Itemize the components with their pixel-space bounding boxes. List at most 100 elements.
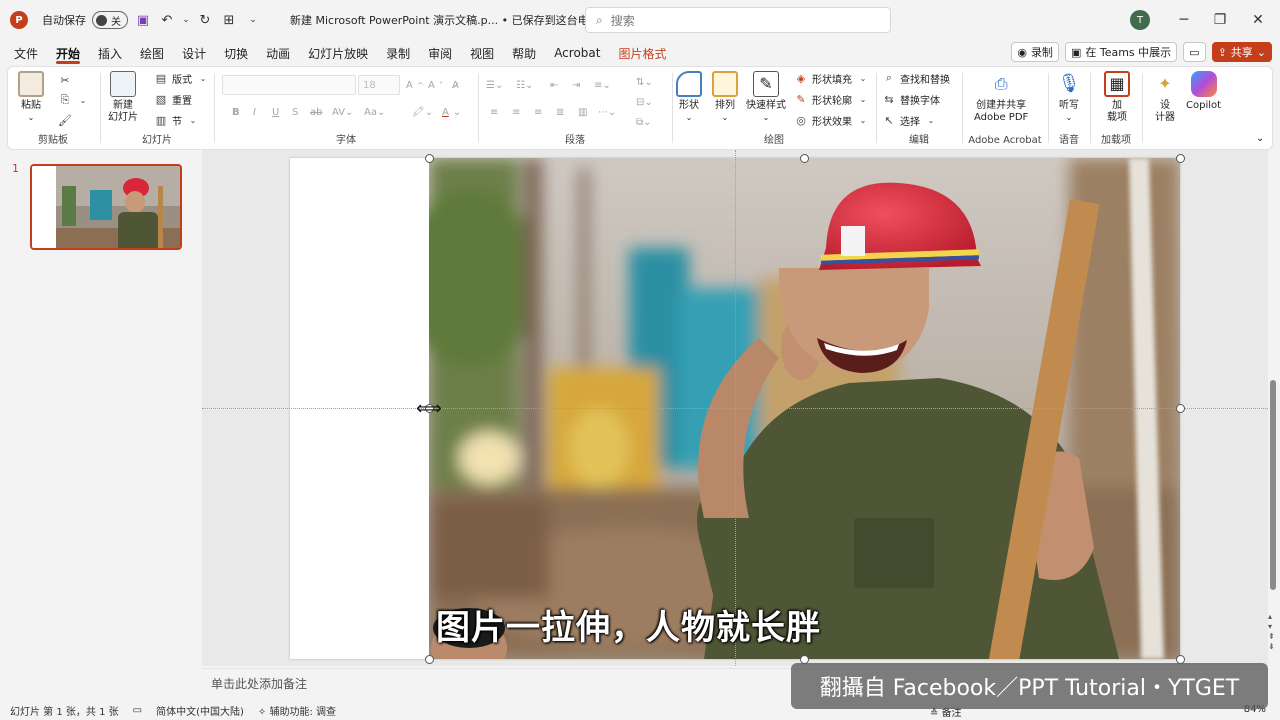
copy-icon[interactable]: ⎘ ⌄ <box>58 91 90 109</box>
record-icon: ◉ <box>1017 45 1027 59</box>
redo-icon[interactable]: ↻ <box>196 11 214 29</box>
autosave-toggle[interactable]: 关 <box>92 11 128 29</box>
tab-slideshow[interactable]: 幻灯片放映 <box>299 40 377 66</box>
decrease-indent-icon[interactable]: ⇤ <box>550 76 558 94</box>
addins-button[interactable]: ▦ 加载项 <box>1104 71 1130 124</box>
share-button[interactable]: ⇪ 共享 ⌄ <box>1211 42 1272 62</box>
text-direction-icon[interactable]: ⇅⌄ <box>636 73 653 91</box>
find-replace-button[interactable]: ⌕ 查找和替换 <box>882 69 950 87</box>
shape-fill-button[interactable]: ◈ 形状填充 ⌄ <box>794 69 870 87</box>
tab-picture-format[interactable]: 图片格式 <box>609 40 675 66</box>
smartart-icon[interactable]: ⧉⌄ <box>636 113 652 131</box>
language-indicator[interactable]: 简体中文(中国大陆) <box>156 703 244 718</box>
tab-animations[interactable]: 动画 <box>257 40 299 66</box>
replace-font-button[interactable]: ⇆ 替换字体 <box>882 90 940 108</box>
restore-icon[interactable]: ❐ <box>1206 8 1234 32</box>
clear-format-icon[interactable]: A̷ <box>452 76 459 94</box>
undo-dropdown-icon[interactable]: ⌄ <box>182 11 190 29</box>
italic-icon[interactable]: I <box>253 103 256 121</box>
section-button[interactable]: ▥ 节 ⌄ <box>154 111 200 129</box>
shape-outline-button[interactable]: ✎ 形状轮廓 ⌄ <box>794 90 870 108</box>
teams-present-button[interactable]: ▣ 在 Teams 中展示 <box>1064 42 1178 62</box>
dictate-button[interactable]: 🎙 听写 ⌄ <box>1056 71 1082 124</box>
editing-label: 编辑 <box>909 135 929 146</box>
copilot-button[interactable]: Copilot <box>1186 71 1221 112</box>
collapse-ribbon-icon[interactable]: ⌄ <box>1256 129 1264 147</box>
char-spacing-icon[interactable]: AV⌄ <box>332 103 353 121</box>
close-icon[interactable]: ✕ <box>1244 8 1272 32</box>
minimize-icon[interactable]: ─ <box>1170 8 1198 32</box>
new-slide-button[interactable]: 新建 幻灯片 <box>108 71 138 124</box>
align-center-icon[interactable]: ≡ <box>512 103 520 121</box>
justify-icon[interactable]: ≣ <box>556 103 564 121</box>
save-icon[interactable]: ▣ <box>134 11 152 29</box>
quick-styles-button[interactable]: ✎ 快速样式 ⌄ <box>746 71 786 124</box>
cut-icon[interactable]: ✂ <box>58 71 72 89</box>
record-button[interactable]: ◉ 录制 <box>1011 42 1059 62</box>
paste-button[interactable]: 粘贴 ⌄ <box>18 71 44 124</box>
present-from-start-icon[interactable]: ⊞ <box>220 11 238 29</box>
shadow-icon[interactable]: S <box>292 103 298 121</box>
align-left-icon[interactable]: ≡ <box>490 103 498 121</box>
accessibility-icon: ✧ <box>257 706 267 718</box>
shape-effects-button[interactable]: ◎ 形状效果 ⌄ <box>794 111 870 129</box>
bold-icon[interactable]: B <box>232 103 240 121</box>
undo-icon[interactable]: ↶ <box>158 11 176 29</box>
line-spacing-icon[interactable]: ≡⌄ <box>594 76 611 94</box>
scrollbar-thumb[interactable] <box>1270 380 1276 590</box>
spellcheck-icon[interactable]: ▭ <box>133 705 142 716</box>
layout-button[interactable]: ▤ 版式 ⌄ <box>154 69 210 87</box>
distribute-icon[interactable]: ⋯⌄ <box>598 103 616 121</box>
bullets-icon[interactable]: ☰⌄ <box>486 76 503 94</box>
accessibility-status[interactable]: ✧ 辅助功能: 调查 <box>258 703 336 718</box>
align-text-icon[interactable]: ⊟⌄ <box>636 93 653 111</box>
create-pdf-button[interactable]: ⎙ 创建并共享 Adobe PDF <box>974 71 1028 124</box>
slide-number: 1 <box>12 162 19 175</box>
underline-icon[interactable]: U <box>272 103 279 121</box>
grow-font-icon[interactable]: A ^ <box>406 76 424 94</box>
align-right-icon[interactable]: ≡ <box>534 103 542 121</box>
arrange-button[interactable]: 排列 ⌄ <box>712 71 738 124</box>
tab-review[interactable]: 审阅 <box>419 40 461 66</box>
tab-design[interactable]: 设计 <box>173 40 215 66</box>
tab-home[interactable]: 开始 <box>47 40 89 66</box>
shapes-button[interactable]: 形状 ⌄ <box>676 71 702 124</box>
change-case-icon[interactable]: Aa⌄ <box>364 103 385 121</box>
font-name-select[interactable] <box>222 75 356 95</box>
resize-handle-top-left[interactable] <box>425 154 434 163</box>
tab-file[interactable]: 文件 <box>5 40 47 66</box>
tab-transitions[interactable]: 切换 <box>215 40 257 66</box>
slide-thumbnail[interactable] <box>30 164 182 250</box>
tab-insert[interactable]: 插入 <box>89 40 131 66</box>
tab-view[interactable]: 视图 <box>461 40 503 66</box>
divider <box>100 73 101 143</box>
shrink-font-icon[interactable]: A ˅ <box>428 76 443 94</box>
designer-button[interactable]: ✦ 设计器 <box>1152 71 1178 124</box>
tab-acrobat[interactable]: Acrobat <box>545 40 609 66</box>
numbering-icon[interactable]: ☷⌄ <box>516 76 533 94</box>
powerpoint-logo-icon: P <box>10 11 28 29</box>
resize-handle-top[interactable] <box>800 154 809 163</box>
reset-button[interactable]: ▧ 重置 <box>154 90 192 108</box>
document-title[interactable]: 新建 Microsoft PowerPoint 演示文稿.p... • 已保存到… <box>290 12 600 28</box>
resize-handle-top-right[interactable] <box>1176 154 1185 163</box>
customize-toolbar-icon[interactable]: ⌄ <box>244 11 262 29</box>
select-button[interactable]: ↖ 选择 ⌄ <box>882 111 938 129</box>
avatar[interactable]: T <box>1130 10 1150 30</box>
highlight-icon[interactable]: 🖍⌄ <box>412 103 433 121</box>
increase-indent-icon[interactable]: ⇥ <box>572 76 580 94</box>
tab-draw[interactable]: 绘图 <box>131 40 173 66</box>
resize-handle-right[interactable] <box>1176 404 1185 413</box>
font-size-select[interactable]: 18 <box>358 75 400 95</box>
resize-handle-bottom-left[interactable] <box>425 655 434 664</box>
format-painter-icon[interactable]: 🖌 <box>58 111 72 129</box>
columns-icon[interactable]: ▥ <box>578 103 587 121</box>
tab-record[interactable]: 录制 <box>377 40 419 66</box>
strikethrough-icon[interactable]: ab <box>310 103 322 121</box>
search-box[interactable]: ⌕ 搜索 <box>585 7 891 33</box>
scroll-arrows-icon[interactable]: ▴ ▾ ⇞ ⇟ <box>1268 612 1275 652</box>
accessibility-label: 辅助功能: 调查 <box>269 706 337 718</box>
tab-help[interactable]: 帮助 <box>503 40 545 66</box>
comments-button[interactable]: ▭ <box>1183 42 1206 62</box>
font-color-icon[interactable]: A ⌄ <box>442 103 461 121</box>
